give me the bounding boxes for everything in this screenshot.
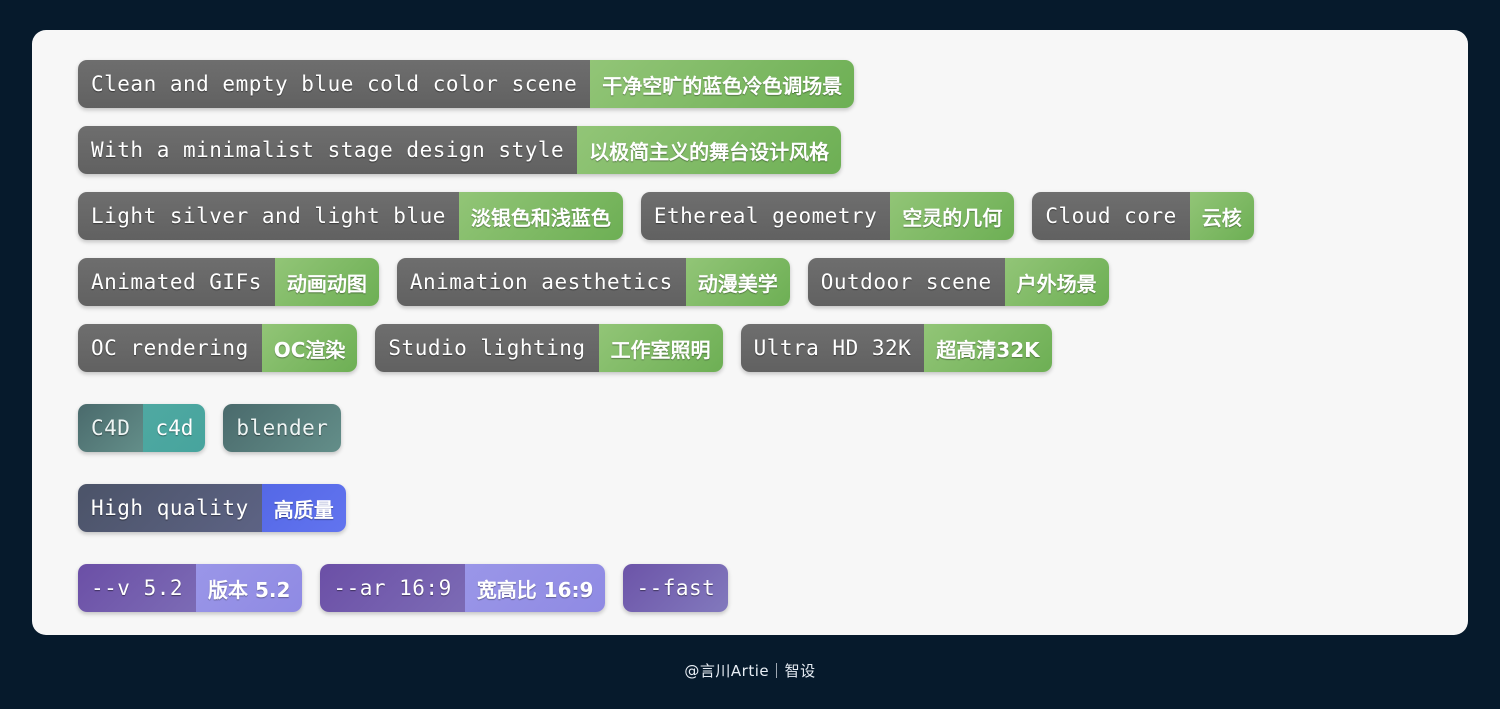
prompt-tag-en-label: Studio lighting xyxy=(375,324,599,372)
prompt-tag[interactable]: --fast xyxy=(623,564,729,612)
prompt-tag-zh-label: 版本 5.2 xyxy=(196,564,303,612)
prompt-tag-en-label: Animation aesthetics xyxy=(396,258,686,306)
prompt-tag-zh-label: 空灵的几何 xyxy=(890,192,1015,240)
prompt-tag-zh-label: 以极简主义的舞台设计风格 xyxy=(577,126,842,174)
prompt-tag-en-label: Ethereal geometry xyxy=(640,192,891,240)
prompt-tag-en-label: High quality xyxy=(78,484,262,532)
prompt-tag[interactable]: blender xyxy=(223,404,342,452)
footer-credit: @言川Artie｜智设 xyxy=(0,660,1500,681)
prompt-tag[interactable]: Clean and empty blue cold color scene 干净空… xyxy=(78,60,855,108)
prompt-tag-zh-label: 超高清32K xyxy=(924,324,1052,372)
prompt-tag-list: Clean and empty blue cold color scene 干净空… xyxy=(78,60,1452,644)
prompt-tag-en-label: --ar 16:9 xyxy=(320,564,465,612)
prompt-tag-en-label: Light silver and light blue xyxy=(78,192,459,240)
prompt-tag-en-label: Cloud core xyxy=(1032,192,1190,240)
prompt-tag[interactable]: OC rendering OC渲染 xyxy=(78,324,358,372)
prompt-tag[interactable]: --ar 16:9 宽高比 16:9 xyxy=(320,564,606,612)
prompt-tag[interactable]: Animation aesthetics 动漫美学 xyxy=(396,258,790,306)
tag-row: --v 5.2 版本 5.2 --ar 16:9 宽高比 16:9 --fast xyxy=(78,564,1452,612)
tag-row: High quality 高质量 xyxy=(78,484,1452,532)
tag-row: Animated GIFs 动画动图 Animation aesthetics 动漫美… xyxy=(78,258,1452,306)
prompt-tag[interactable]: Ethereal geometry 空灵的几何 xyxy=(640,192,1015,240)
tag-row: Clean and empty blue cold color scene 干净空… xyxy=(78,60,1452,108)
prompt-tag[interactable]: With a minimalist stage design style 以极简主… xyxy=(78,126,842,174)
prompt-tag[interactable]: Cloud core 云核 xyxy=(1032,192,1254,240)
prompt-tag-en-label: Ultra HD 32K xyxy=(740,324,925,372)
prompt-tag-en-label: --v 5.2 xyxy=(78,564,197,612)
prompt-tag-en-label: OC rendering xyxy=(78,324,262,372)
prompt-tag-en-label: With a minimalist stage design style xyxy=(78,126,578,174)
tag-row: Light silver and light blue 淡银色和浅蓝色 Ethere… xyxy=(78,192,1452,240)
prompt-tag-en-label: --fast xyxy=(623,564,729,612)
prompt-tag-zh-label: 淡银色和浅蓝色 xyxy=(458,192,623,240)
footer-credit-text: @言川Artie｜智设 xyxy=(684,662,816,680)
prompt-tag-zh-label: OC渲染 xyxy=(261,324,358,372)
prompt-tag-zh-label: 工作室照明 xyxy=(598,324,723,372)
prompt-tag[interactable]: C4D c4d xyxy=(78,404,206,452)
prompt-tag[interactable]: Ultra HD 32K 超高清32K xyxy=(740,324,1052,372)
prompt-tag[interactable]: Light silver and light blue 淡银色和浅蓝色 xyxy=(78,192,623,240)
prompt-tag[interactable]: Animated GIFs 动画动图 xyxy=(78,258,379,306)
prompt-tag-zh-label: c4d xyxy=(143,404,206,452)
prompt-tag-zh-label: 高质量 xyxy=(261,484,346,532)
prompt-tag[interactable]: --v 5.2 版本 5.2 xyxy=(78,564,303,612)
prompt-tag-zh-label: 云核 xyxy=(1189,192,1254,240)
tag-row: With a minimalist stage design style 以极简主… xyxy=(78,126,1452,174)
prompt-tag-zh-label: 动漫美学 xyxy=(685,258,790,306)
prompt-tag-zh-label: 动画动图 xyxy=(274,258,379,306)
prompt-tag[interactable]: Studio lighting 工作室照明 xyxy=(375,324,723,372)
prompt-tag-en-label: Animated GIFs xyxy=(78,258,275,306)
prompt-tag-zh-label: 宽高比 16:9 xyxy=(464,564,606,612)
tag-row: OC rendering OC渲染 Studio lighting 工作室照明 Ultr… xyxy=(78,324,1452,372)
prompt-tag-en-label: Clean and empty blue cold color scene xyxy=(78,60,591,108)
prompt-tag-zh-label: 户外场景 xyxy=(1004,258,1109,306)
prompt-tag[interactable]: Outdoor scene 户外场景 xyxy=(807,258,1109,306)
prompt-tag-en-label: blender xyxy=(223,404,342,452)
prompt-tag-en-label: Outdoor scene xyxy=(807,258,1005,306)
prompt-card: Clean and empty blue cold color scene 干净空… xyxy=(32,30,1468,635)
prompt-tag[interactable]: High quality 高质量 xyxy=(78,484,346,532)
prompt-tag-en-label: C4D xyxy=(78,404,144,452)
prompt-tag-zh-label: 干净空旷的蓝色冷色调场景 xyxy=(590,60,855,108)
tag-row: C4D c4d blender xyxy=(78,404,1452,452)
